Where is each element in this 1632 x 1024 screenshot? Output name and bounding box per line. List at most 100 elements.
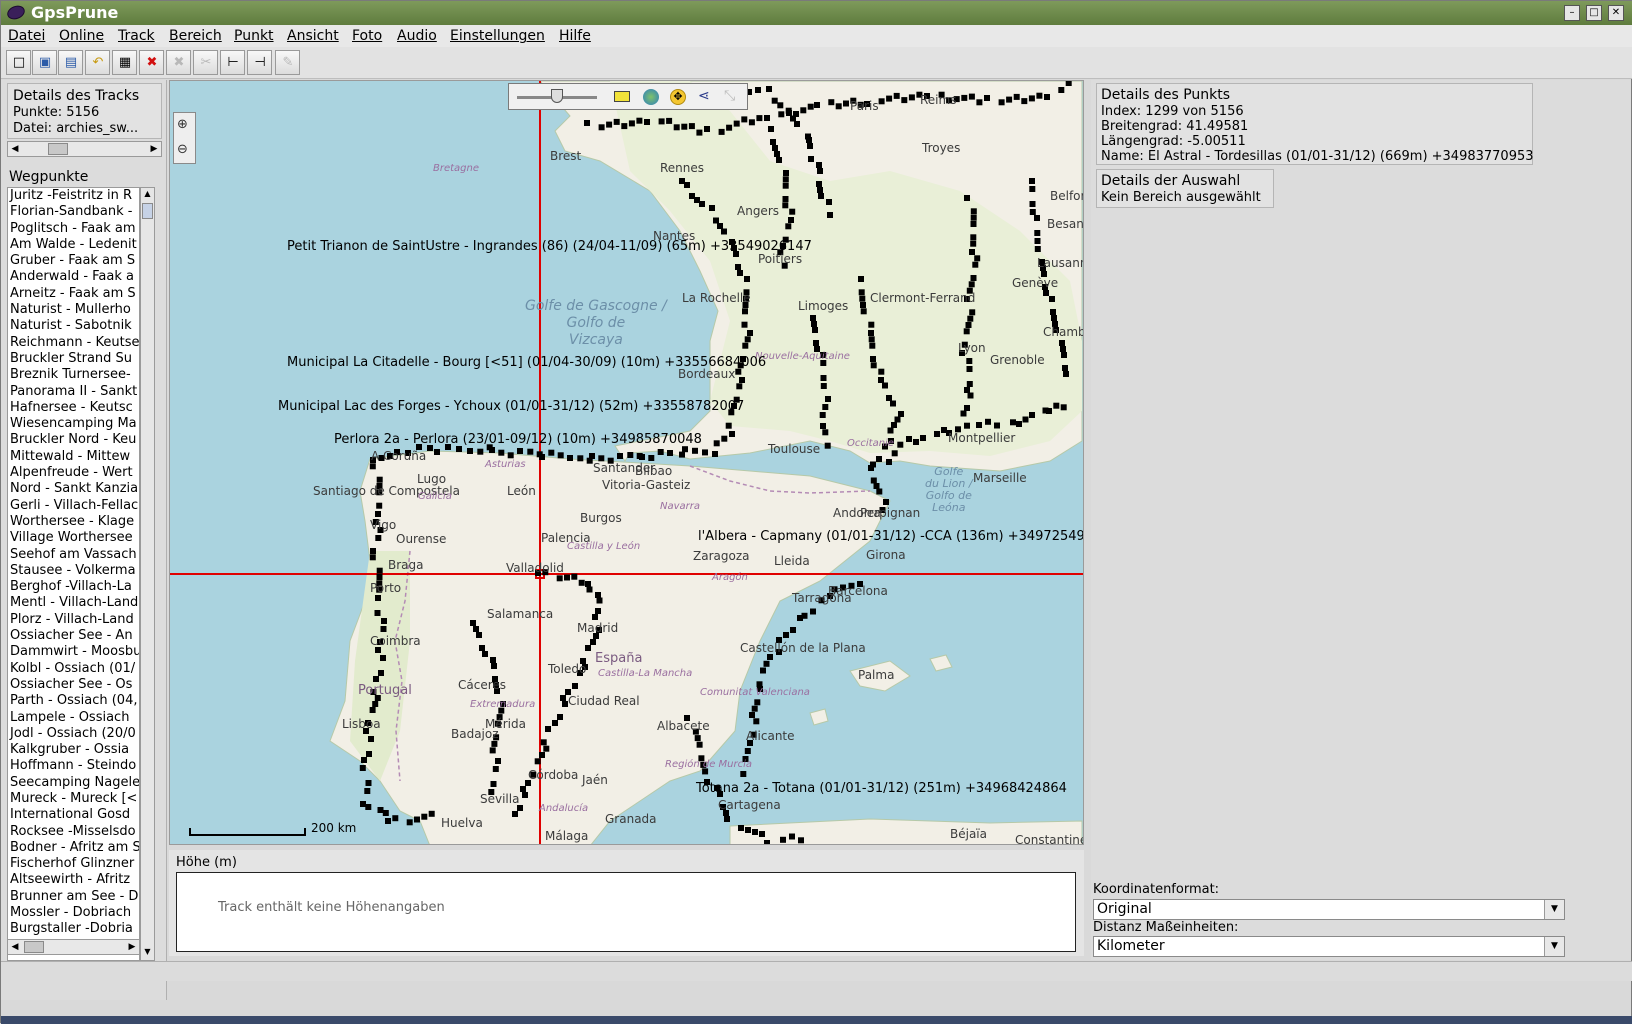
menu-track[interactable]: Track: [118, 28, 155, 44]
scale-toggle-icon[interactable]: [614, 91, 630, 102]
scroll-up-icon[interactable]: ▲: [142, 189, 153, 201]
scroll-thumb[interactable]: [142, 203, 153, 219]
chevron-down-icon[interactable]: ▼: [1544, 937, 1564, 956]
list-item[interactable]: Nord - Sankt Kanzia: [8, 481, 139, 497]
list-item[interactable]: Naturist - Sabotnik: [8, 318, 139, 334]
menu-online[interactable]: Online: [59, 28, 104, 44]
list-item[interactable]: Wiesencamping Ma: [8, 416, 139, 432]
mark-range-start-button[interactable]: ⊢: [220, 50, 245, 75]
scroll-left-icon[interactable]: ◀: [9, 941, 21, 953]
list-item[interactable]: Gerli - Villach-Fellac: [8, 498, 139, 514]
edit-mode-icon[interactable]: ⤡: [724, 88, 740, 104]
zoom-slider-thumb[interactable]: [551, 89, 563, 103]
list-item[interactable]: Altseewirth - Afritz: [8, 872, 139, 888]
scroll-left-icon[interactable]: ◀: [9, 143, 21, 155]
list-item[interactable]: Kalkgruber - Ossia: [8, 742, 139, 758]
map-tiles-icon[interactable]: [643, 89, 659, 105]
open-file-button[interactable]: ▣: [32, 50, 57, 75]
list-item[interactable]: Bodner - Afritz am S: [8, 840, 139, 856]
list-item[interactable]: Seecamping Nagele: [8, 775, 139, 791]
delete-point-button[interactable]: ✖: [139, 50, 164, 75]
scroll-thumb[interactable]: [24, 941, 44, 953]
scroll-right-icon[interactable]: ▶: [126, 941, 138, 953]
connect-points-icon[interactable]: ⋖: [698, 88, 714, 104]
list-item[interactable]: Panorama II - Sankt: [8, 384, 139, 400]
new-file-button[interactable]: □: [6, 50, 31, 75]
connect-button[interactable]: ✎: [275, 50, 300, 75]
maximize-icon[interactable]: □: [1586, 5, 1602, 21]
list-item[interactable]: Hoffmann - Steindo: [8, 758, 139, 774]
list-item[interactable]: Mossler - Dobriach: [8, 905, 139, 921]
list-item[interactable]: Florian-Sandbank -: [8, 204, 139, 220]
list-item[interactable]: Bruckler Strand Su: [8, 351, 139, 367]
menu-foto[interactable]: Foto: [352, 28, 382, 44]
edit-point-button[interactable]: ▦: [112, 50, 137, 75]
minimize-icon[interactable]: –: [1564, 5, 1580, 21]
list-item[interactable]: Jodl - Ossiach (20/0: [8, 726, 139, 742]
list-item[interactable]: Mureck - Mureck [<: [8, 791, 139, 807]
list-item[interactable]: Stausee - Volkerma: [8, 563, 139, 579]
save-button[interactable]: ▤: [58, 50, 83, 75]
track-point: [704, 126, 710, 132]
zoom-in-icon[interactable]: ⊕: [177, 116, 192, 134]
list-item[interactable]: Kolbl - Ossiach (01/: [8, 661, 139, 677]
track-point: [1034, 238, 1041, 244]
menu-einstellungen[interactable]: Einstellungen: [450, 28, 545, 44]
menu-bereich[interactable]: Bereich: [169, 28, 222, 44]
list-item[interactable]: Mittewald - Mittew: [8, 449, 139, 465]
list-item[interactable]: Poglitsch - Faak am: [8, 221, 139, 237]
list-item[interactable]: Reichmann - Keutse: [8, 335, 139, 351]
list-item[interactable]: Gruber - Faak am S: [8, 253, 139, 269]
crop-button[interactable]: ✂: [193, 50, 218, 75]
list-item[interactable]: Parth - Ossiach (04,: [8, 693, 139, 709]
list-item[interactable]: Arneitz - Faak am S: [8, 286, 139, 302]
list-item[interactable]: Seehof am Vassach: [8, 547, 139, 563]
list-item[interactable]: Am Walde - Ledenit: [8, 237, 139, 253]
menu-ansicht[interactable]: Ansicht: [287, 28, 339, 44]
list-item[interactable]: Bruckler Nord - Keu: [8, 432, 139, 448]
list-item[interactable]: Dammwirt - Moosbu: [8, 644, 139, 660]
track-point: [797, 615, 803, 621]
list-item[interactable]: Hafnersee - Keutsc: [8, 400, 139, 416]
scroll-down-icon[interactable]: ▼: [142, 947, 153, 959]
track-details-hscrollbar[interactable]: ◀ ▶: [7, 141, 162, 157]
list-item[interactable]: Rocksee -Misselsdo: [8, 824, 139, 840]
map-view[interactable]: Golfe de Gascogne / Golfo de Vizcaya Golfe…: [169, 80, 1084, 845]
autopan-icon[interactable]: ✥: [670, 89, 686, 105]
mark-range-end-button[interactable]: ⊣: [247, 50, 272, 75]
list-item[interactable]: Village Worthersee: [8, 530, 139, 546]
waypoint-list-vscrollbar[interactable]: ▲ ▼: [140, 187, 155, 961]
list-item[interactable]: Berghof -Villach-La: [8, 579, 139, 595]
list-item[interactable]: International Gosd: [8, 807, 139, 823]
list-item[interactable]: Fischerhof Glinzner: [8, 856, 139, 872]
menu-audio[interactable]: Audio: [397, 28, 437, 44]
scroll-right-icon[interactable]: ▶: [148, 143, 160, 155]
delete-range-button[interactable]: ✖: [166, 50, 191, 75]
list-item[interactable]: Brunner am See - D: [8, 889, 139, 905]
list-item[interactable]: Alpenfreude - Wert: [8, 465, 139, 481]
list-item[interactable]: Lampele - Ossiach: [8, 710, 139, 726]
list-item[interactable]: Breznik Turnersee-: [8, 367, 139, 383]
list-item[interactable]: Ossiacher See - Os: [8, 677, 139, 693]
list-item[interactable]: Worthersee - Klage: [8, 514, 139, 530]
scroll-thumb[interactable]: [48, 143, 68, 155]
waypoint-list-hscrollbar[interactable]: ◀ ▶: [7, 939, 140, 955]
list-item[interactable]: Burgstaller -Dobria: [8, 921, 139, 937]
track-point: [961, 94, 968, 101]
coord-format-select[interactable]: Original ▼: [1093, 899, 1565, 920]
close-icon[interactable]: ✕: [1608, 5, 1624, 21]
list-item[interactable]: Ossiacher See - An: [8, 628, 139, 644]
menu-punkt[interactable]: Punkt: [234, 28, 274, 44]
list-item[interactable]: Juritz -Feistritz in R: [8, 188, 139, 204]
zoom-out-icon[interactable]: ⊖: [177, 141, 192, 159]
list-item[interactable]: Plorz - Villach-Land: [8, 612, 139, 628]
distance-units-select[interactable]: Kilometer ▼: [1093, 936, 1565, 957]
list-item[interactable]: Mentl - Villach-Land: [8, 595, 139, 611]
list-item[interactable]: Anderwald - Faak a: [8, 269, 139, 285]
list-item[interactable]: Naturist - Mullerho: [8, 302, 139, 318]
menu-datei[interactable]: Datei: [8, 28, 45, 44]
undo-button[interactable]: ↶: [85, 50, 110, 75]
waypoint-list[interactable]: Juritz -Feistritz in R Florian-Sandbank -…: [7, 187, 140, 961]
chevron-down-icon[interactable]: ▼: [1544, 900, 1564, 919]
menu-hilfe[interactable]: Hilfe: [559, 28, 591, 44]
